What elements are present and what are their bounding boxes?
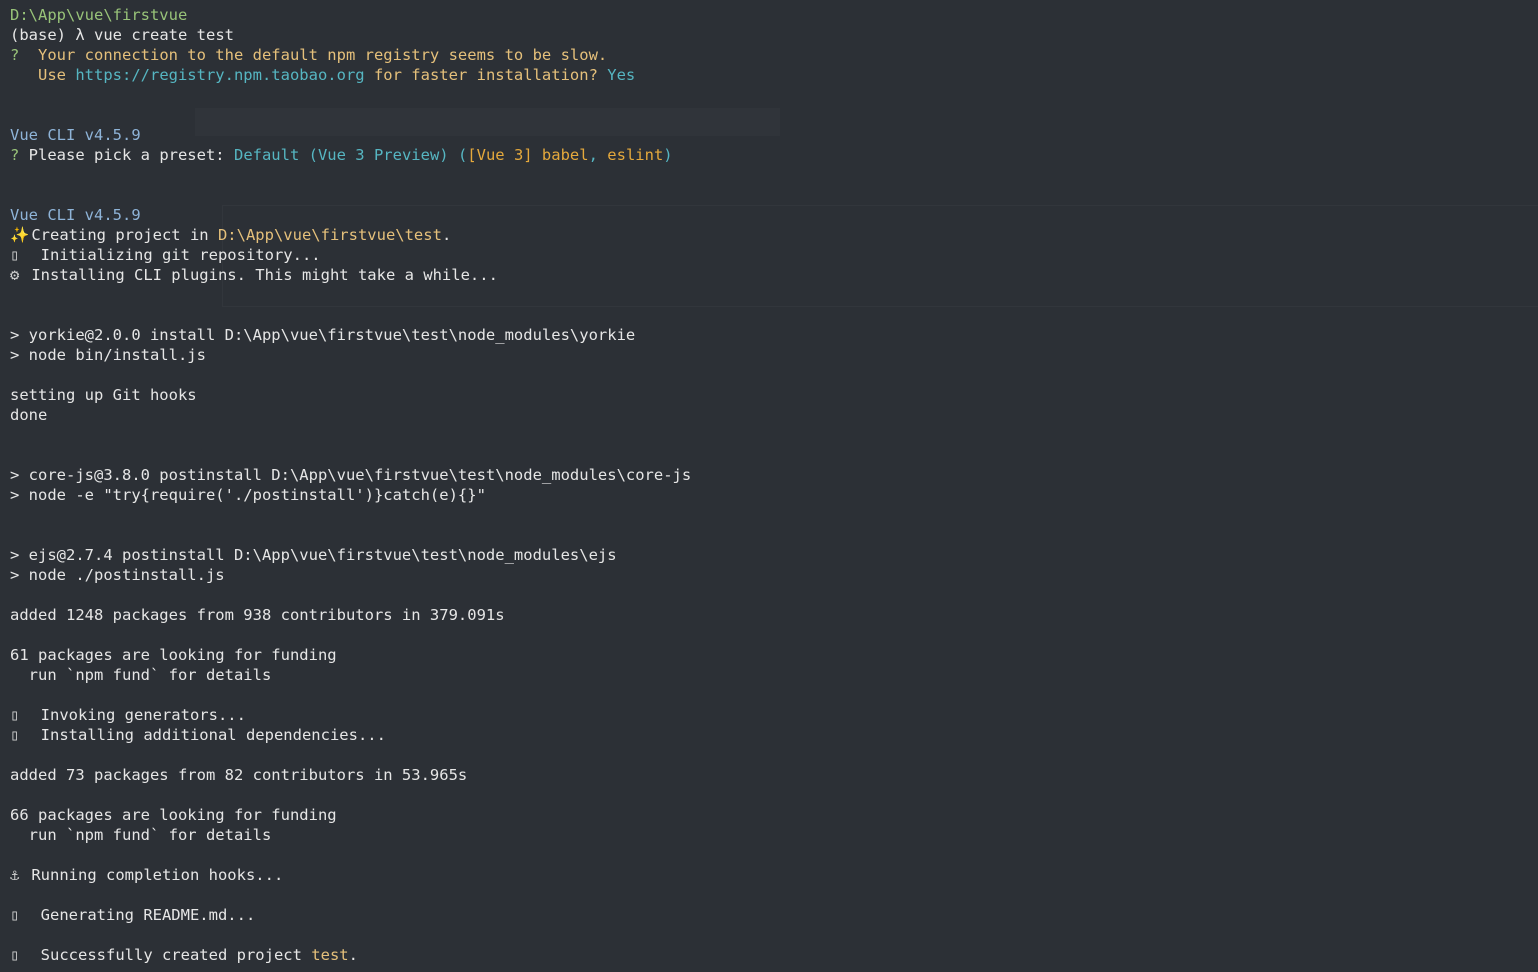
sparkle-icon: ✨ — [10, 226, 30, 244]
invoking-line: ▯ Invoking generators... — [10, 705, 1538, 725]
unknown-glyph-icon: ▯ — [10, 706, 20, 724]
unknown-glyph-icon: ▯ — [10, 906, 20, 924]
registry-question-text: Your connection to the default npm regis… — [38, 46, 608, 64]
registry-answer: Yes — [607, 66, 636, 84]
command-text: vue create test — [94, 26, 234, 44]
added-packages-2: added 73 packages from 82 contributors i… — [10, 766, 468, 784]
project-name: test — [311, 946, 349, 964]
anchor-icon: ⚓ — [10, 866, 20, 884]
use-prefix: Use — [10, 66, 76, 84]
command-line: (base) λ vue create test — [10, 25, 1538, 45]
preset-answer: Default (Vue 3 Preview) ( — [233, 146, 468, 164]
success-suffix: . — [348, 946, 358, 964]
install-plugins-line: ⚙ Installing CLI plugins. This might tak… — [10, 265, 1538, 285]
done-line: done — [10, 406, 48, 424]
creating-suffix: . — [441, 226, 452, 244]
question-mark: ? — [10, 46, 38, 64]
readme-line: ▯ Generating README.md... — [10, 905, 1538, 925]
yorkie-install: > yorkie@2.0.0 install D:\App\vue\firstv… — [10, 326, 636, 344]
corejs-node: > node -e "try{require('./postinstall')}… — [10, 486, 486, 504]
preset-question: Please pick a preset: — [28, 146, 234, 164]
fund-details-1: run `npm fund` for details — [10, 666, 272, 684]
unknown-glyph-icon: ▯ — [10, 726, 20, 744]
preset-babel: [Vue 3] babel — [467, 146, 589, 164]
preset-eslint: eslint — [607, 146, 664, 164]
completion-hooks-text: Running completion hooks... — [22, 866, 284, 884]
question-mark: ? — [10, 146, 29, 164]
yorkie-node: > node bin/install.js — [10, 346, 206, 364]
registry-url: https://registry.npm.taobao.org — [75, 66, 365, 84]
install-deps-line: ▯ Installing additional dependencies... — [10, 725, 1538, 745]
vue-cli-version: Vue CLI v4.5.9 — [10, 126, 141, 144]
init-git-line: ▯ Initializing git repository... — [10, 245, 1538, 265]
completion-hooks-line: ⚓ Running completion hooks... — [10, 865, 1538, 885]
readme-text: Generating README.md... — [22, 906, 256, 924]
faster-suffix: for faster installation? — [364, 66, 608, 84]
install-deps-text: Installing additional dependencies... — [22, 726, 386, 744]
registry-question: ? Your connection to the default npm reg… — [10, 45, 1538, 65]
creating-line: ✨ Creating project in D:\App\vue\firstvu… — [10, 225, 1538, 245]
prompt: (base) λ — [10, 26, 94, 44]
ejs-install: > ejs@2.7.4 postinstall D:\App\vue\first… — [10, 546, 617, 564]
added-packages-1: added 1248 packages from 938 contributor… — [10, 606, 505, 624]
fund-details-2: run `npm fund` for details — [10, 826, 272, 844]
init-git-text: Initializing git repository... — [22, 246, 321, 264]
corejs-install: > core-js@3.8.0 postinstall D:\App\vue\f… — [10, 466, 692, 484]
preset-line: ? Please pick a preset: Default (Vue 3 P… — [10, 145, 1538, 165]
registry-question-cont: Use https://registry.npm.taobao.org for … — [10, 65, 1538, 85]
preset-close: ) — [663, 146, 673, 164]
invoking-text: Invoking generators... — [22, 706, 246, 724]
creating-path: D:\App\vue\firstvue\test — [217, 226, 442, 244]
ejs-node: > node ./postinstall.js — [10, 566, 225, 584]
funding-2: 66 packages are looking for funding — [10, 806, 337, 824]
funding-1: 61 packages are looking for funding — [10, 646, 337, 664]
gear-icon: ⚙ — [10, 266, 20, 284]
unknown-glyph-icon: ▯ — [10, 946, 20, 964]
git-hooks-line: setting up Git hooks — [10, 386, 197, 404]
success-line: ▯ Successfully created project test. — [10, 945, 1538, 965]
terminal-window[interactable]: D:\App\vue\firstvue (base) λ vue create … — [0, 0, 1538, 972]
creating-prefix: Creating project in — [22, 226, 218, 244]
success-text: Successfully created project — [22, 946, 312, 964]
preset-sep: , — [588, 146, 608, 164]
install-plugins-text: Installing CLI plugins. This might take … — [22, 266, 498, 284]
unknown-glyph-icon: ▯ — [10, 246, 20, 264]
vue-cli-version: Vue CLI v4.5.9 — [10, 206, 141, 224]
cwd-line: D:\App\vue\firstvue — [10, 6, 188, 24]
